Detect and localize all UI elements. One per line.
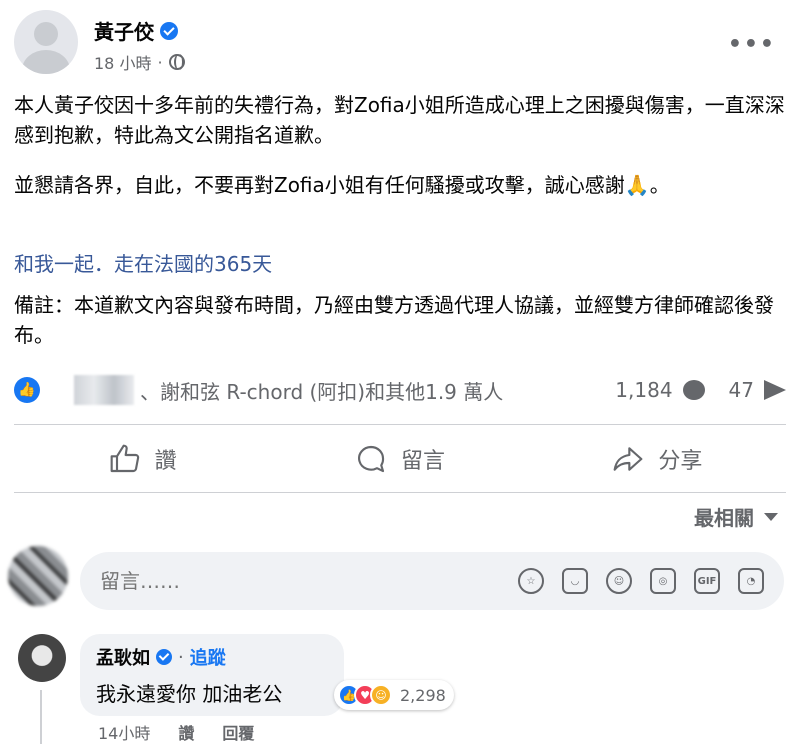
post-paragraph-2: 並懇請各界，自此，不要再對Zofia小姐有任何騷擾或攻擊，誠心感謝🙏。 [14, 173, 670, 197]
post-time[interactable]: 18 小時 [94, 50, 151, 74]
blurred-name [74, 375, 134, 405]
like-reaction-icon[interactable]: 👍 [14, 377, 40, 403]
comment-sort-dropdown[interactable]: 最相關 [694, 502, 778, 531]
camera-icon[interactable]: ◎ [650, 568, 676, 594]
share-arrow-icon [764, 380, 786, 400]
commenter-name[interactable]: 孟耿如 [96, 644, 150, 670]
viewer-avatar [8, 546, 68, 606]
meta-separator: · [157, 52, 163, 72]
like-button[interactable]: 讚 [14, 430, 271, 488]
divider-top [14, 424, 786, 425]
comment-reply-button[interactable]: 回覆 [222, 720, 254, 744]
post-meta: 18 小時 · [94, 50, 185, 74]
post-header: 黃子佼 18 小時 · ••• [14, 10, 786, 80]
action-bar: 讚 留言 分享 [14, 430, 786, 488]
author-name-row: 黃子佼 [94, 16, 178, 45]
share-count[interactable]: 47 [729, 378, 754, 402]
avatar-head-shape [34, 22, 58, 46]
share-button[interactable]: 分享 [529, 430, 786, 488]
sort-label: 最相關 [694, 506, 754, 530]
post-paragraph-1: 本人黃子佼因十多年前的失禮行為，對Zofia小姐所造成心理上之困擾與傷害，一直深… [14, 93, 785, 147]
comment-time[interactable]: 14小時 [98, 720, 150, 744]
reactions-summary: 👍 、謝和弦 R-chord (阿扣)和其他1.9 萬人 1,184 47 [14, 372, 786, 408]
comment-separator: · [178, 646, 184, 668]
verified-icon [156, 649, 172, 665]
comment-label: 留言 [400, 449, 445, 474]
commenter-avatar[interactable] [18, 634, 66, 682]
post-link[interactable]: 和我一起．走在法國的365天 [14, 248, 272, 277]
comment-reactions[interactable]: 👍 ♥ ☺ 2,298 [334, 680, 454, 710]
author-avatar[interactable] [14, 10, 78, 74]
gif-icon[interactable]: GIF [694, 568, 720, 594]
avatar-sticker-icon[interactable]: ☆ [518, 568, 544, 594]
author-name[interactable]: 黃子佼 [94, 16, 154, 45]
comment-header: 孟耿如 · 追蹤 [96, 644, 328, 670]
globe-icon[interactable] [168, 54, 185, 70]
comment-input[interactable] [100, 569, 518, 593]
comment-button[interactable]: 留言 [271, 430, 528, 488]
like-label: 讚 [154, 449, 177, 474]
share-label: 分享 [658, 449, 703, 474]
comment-count[interactable]: 1,184 [615, 378, 672, 402]
share-icon [613, 447, 643, 471]
divider-bottom [14, 492, 786, 493]
comment-bubble: 孟耿如 · 追蹤 我永遠愛你 加油老公 [80, 634, 344, 716]
care-reaction-icon: ☺ [370, 684, 392, 706]
post-paragraph-3: 備註：本道歉文內容與發布時間，乃經由雙方透過代理人協議，並經雙方律師確認後發布。 [14, 293, 774, 347]
follow-button[interactable]: 追蹤 [190, 644, 226, 670]
engagement-counts: 1,184 47 [615, 378, 786, 402]
comment-like-button[interactable]: 讚 [178, 720, 194, 744]
thread-line [40, 690, 42, 744]
sticker-icon[interactable]: ◡ [562, 568, 588, 594]
comment-meta: 14小時 讚 回覆 [98, 720, 254, 744]
emoji-icon[interactable]: ☺ [606, 568, 632, 594]
sticker-face-icon[interactable]: ◔ [738, 568, 764, 594]
comment-bubble-icon [682, 380, 705, 400]
comment-text: 我永遠愛你 加油老公 [96, 682, 283, 706]
avatar-body-shape [22, 50, 70, 74]
thumbs-up-icon [110, 444, 139, 473]
chevron-down-icon [764, 512, 778, 521]
composer-tools: ☆ ◡ ☺ ◎ GIF ◔ [518, 568, 764, 594]
comment-icon [358, 445, 385, 473]
more-options-icon[interactable]: ••• [728, 32, 776, 57]
verified-icon [160, 21, 178, 40]
reaction-names[interactable]: 、謝和弦 R-chord (阿扣)和其他1.9 萬人 [140, 376, 503, 405]
comment-reaction-count: 2,298 [400, 685, 446, 705]
comment-composer: ☆ ◡ ☺ ◎ GIF ◔ [80, 552, 784, 610]
